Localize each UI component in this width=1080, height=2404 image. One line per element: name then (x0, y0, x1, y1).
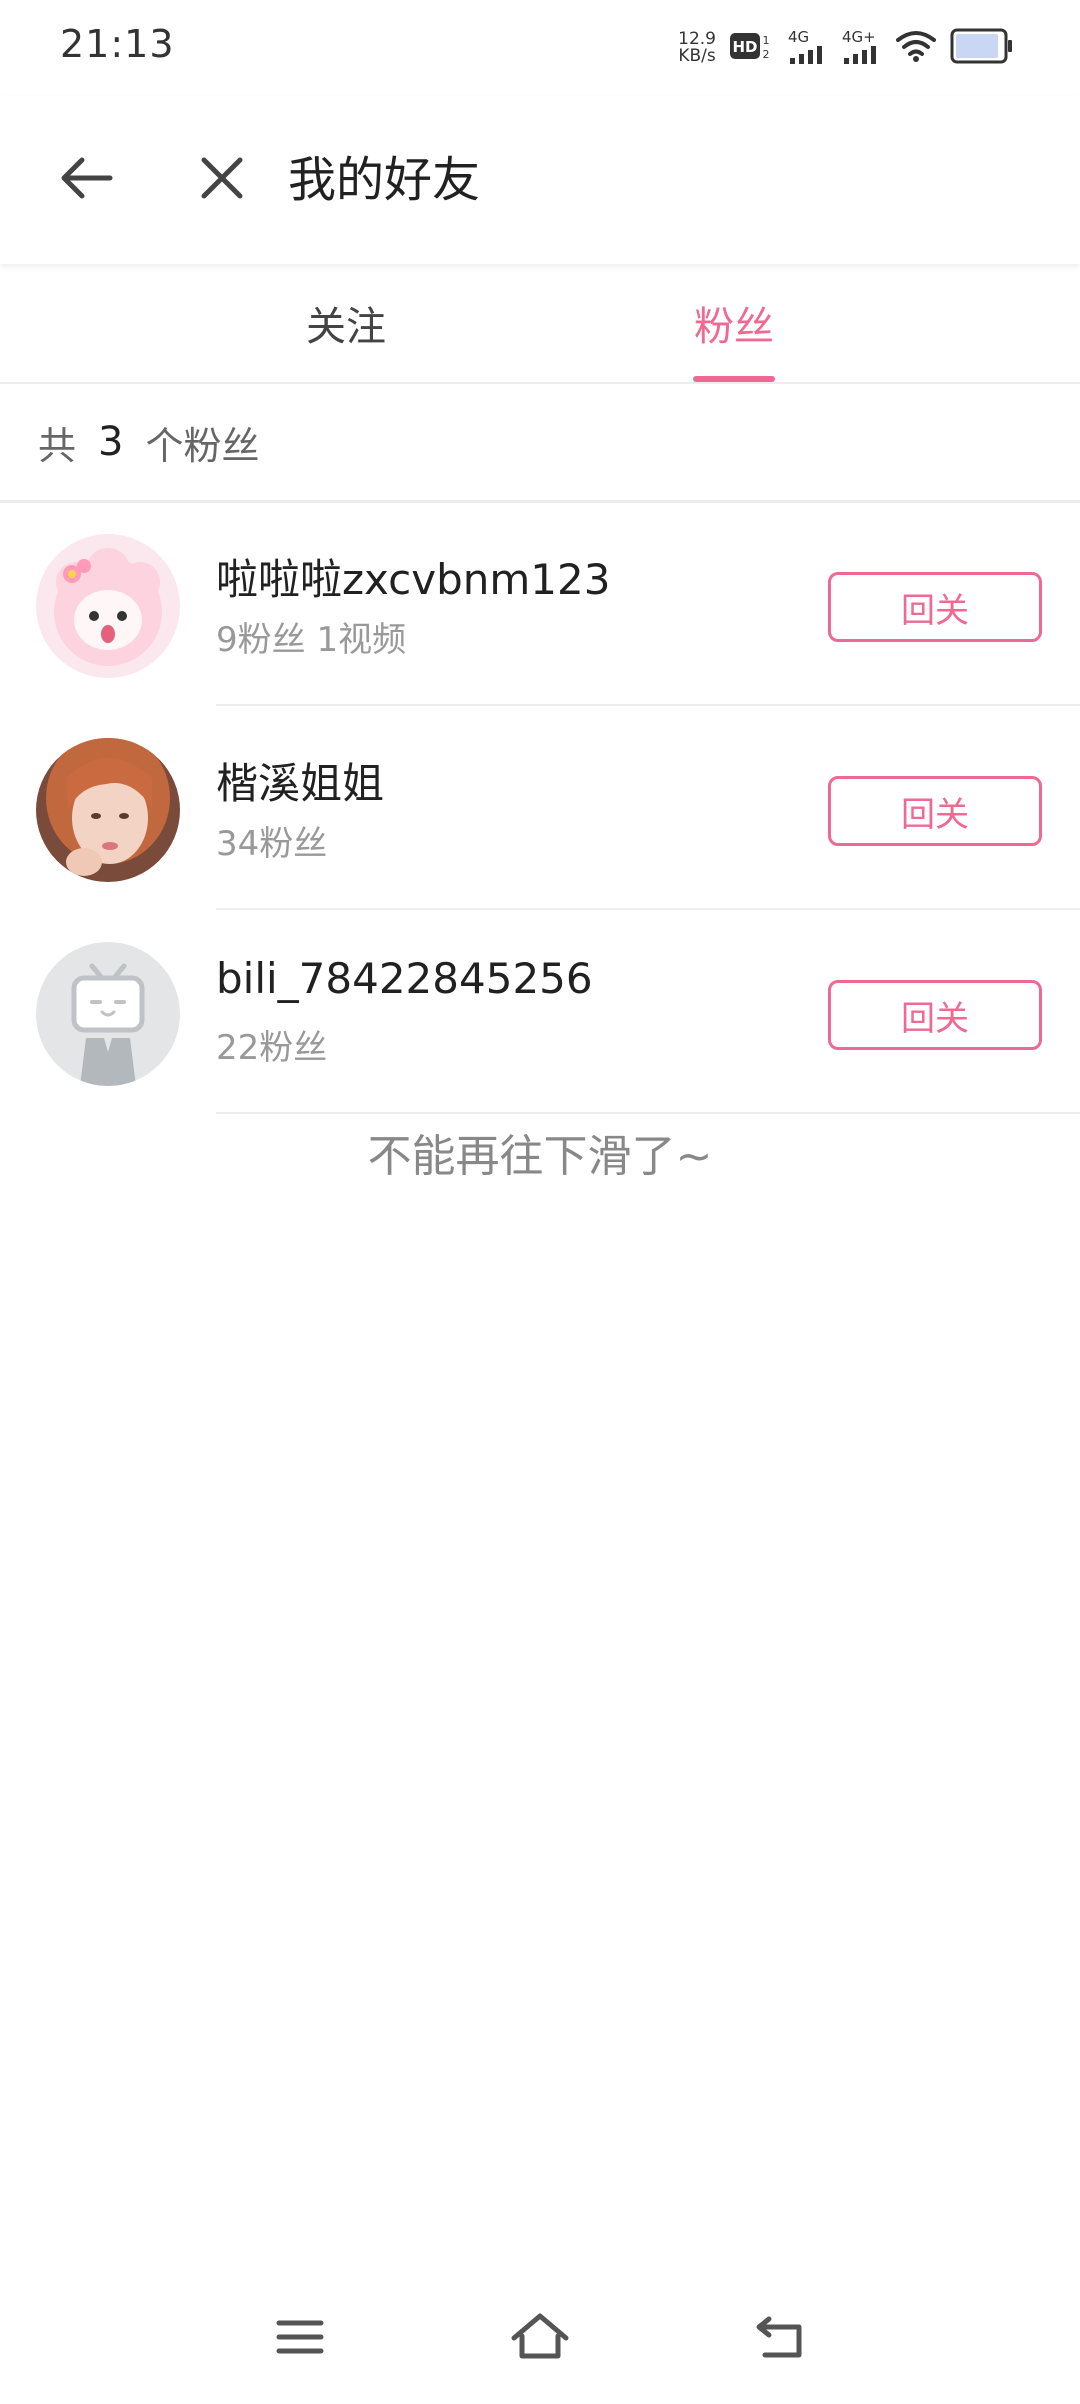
back-icon (755, 2315, 805, 2363)
system-nav-bar (0, 2274, 1080, 2404)
fan-count-suffix: 个粉丝 (145, 423, 260, 468)
sim1-label: 4G (788, 28, 810, 46)
fan-name[interactable]: bili_78422845256 (216, 954, 593, 1003)
fan-count-prefix: 共 (38, 423, 77, 468)
network-speed: 12.9 KB/s (678, 31, 716, 65)
list-item[interactable]: 啦啦啦zxcvbnm123 9粉丝 1视频 回关 (0, 502, 1080, 706)
header-bar: 我的好友 (0, 96, 1080, 264)
signal-icon (788, 44, 828, 66)
fan-stats: 22粉丝 (216, 1028, 328, 1068)
default-tv-avatar (36, 942, 180, 1086)
hd-icon: HD 1 2 (730, 31, 774, 65)
wifi-icon (896, 30, 936, 66)
status-bar: 21:13 12.9 KB/s HD 1 2 4G 4G+ (0, 0, 1080, 96)
follow-back-button[interactable]: 回关 (828, 980, 1042, 1050)
sim2-signal: 4G+ (842, 30, 882, 66)
end-of-list-hint: 不能再往下滑了~ (367, 1131, 713, 1182)
fan-count-number: 3 (98, 419, 124, 465)
status-time: 21:13 (60, 22, 175, 66)
follow-back-button[interactable]: 回关 (828, 572, 1042, 642)
status-icons: 12.9 KB/s HD 1 2 4G 4G+ (678, 26, 1014, 70)
close-icon (198, 154, 246, 206)
photo-avatar (36, 738, 180, 882)
avatar[interactable] (36, 534, 180, 678)
fan-count-summary: 共 3 个粉丝 (0, 384, 1080, 503)
active-tab-indicator (693, 376, 775, 382)
menu-button[interactable] (255, 2294, 345, 2384)
fan-stats: 9粉丝 1视频 (216, 620, 407, 660)
svg-text:1: 1 (763, 34, 770, 47)
home-icon (510, 2312, 570, 2366)
sim1-signal: 4G (788, 30, 828, 66)
avatar[interactable] (36, 942, 180, 1086)
list-item[interactable]: bili_78422845256 22粉丝 回关 (0, 910, 1080, 1114)
home-button[interactable] (495, 2294, 585, 2384)
fan-name[interactable]: 楷溪姐姐 (216, 750, 384, 811)
sim2-label: 4G+ (842, 28, 876, 46)
menu-icon (275, 2317, 325, 2361)
fan-list: 啦啦啦zxcvbnm123 9粉丝 1视频 回关 楷溪姐姐 34粉丝 回关 bi… (0, 502, 1080, 1114)
fan-name[interactable]: 啦啦啦zxcvbnm123 (216, 546, 610, 607)
pink-sheep-avatar (36, 534, 180, 678)
network-speed-unit: KB/s (678, 46, 716, 66)
back-button[interactable] (44, 138, 128, 222)
fan-stats: 34粉丝 (216, 824, 328, 864)
page-title: 我的好友 (288, 152, 481, 208)
signal-icon (842, 44, 882, 66)
system-back-button[interactable] (735, 2294, 825, 2384)
close-button[interactable] (180, 138, 264, 222)
battery-icon (950, 28, 1014, 68)
tab-following[interactable]: 关注 (246, 264, 446, 382)
tab-fans[interactable]: 粉丝 (634, 264, 834, 382)
follow-back-button[interactable]: 回关 (828, 776, 1042, 846)
svg-text:HD: HD (732, 38, 757, 56)
tab-bar: 关注 粉丝 (0, 264, 1080, 384)
svg-text:2: 2 (763, 48, 770, 61)
avatar[interactable] (36, 738, 180, 882)
list-item[interactable]: 楷溪姐姐 34粉丝 回关 (0, 706, 1080, 910)
back-arrow-icon (58, 154, 114, 206)
